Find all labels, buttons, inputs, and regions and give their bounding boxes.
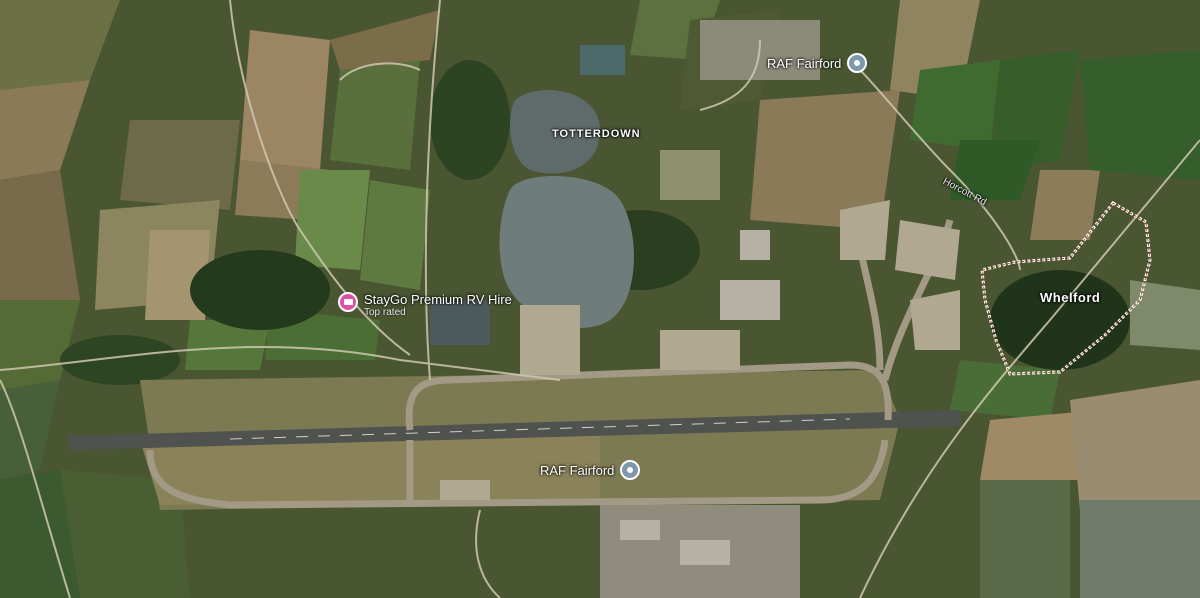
place-label-totterdown: TOTTERDOWN [552, 128, 641, 140]
place-label-whelford[interactable]: Whelford [1040, 290, 1100, 305]
satellite-imagery [0, 0, 1200, 598]
poi-staygo-rv-hire[interactable]: StayGo Premium RV Hire Top rated [338, 292, 512, 319]
pin-label: RAF Fairford [767, 55, 842, 71]
poi-name: StayGo Premium RV Hire [364, 292, 512, 307]
pin-raf-fairford-north[interactable]: RAF Fairford [767, 53, 868, 73]
poi-subtitle: Top rated [364, 307, 406, 318]
pin-raf-fairford-south[interactable]: RAF Fairford [540, 460, 641, 480]
satellite-map[interactable]: TOTTERDOWN Whelford Horcott Rd RAF Fairf… [0, 0, 1200, 598]
location-pin-icon [847, 53, 868, 73]
rv-icon [338, 292, 358, 312]
pin-label: RAF Fairford [540, 462, 615, 478]
location-pin-icon [620, 460, 641, 480]
